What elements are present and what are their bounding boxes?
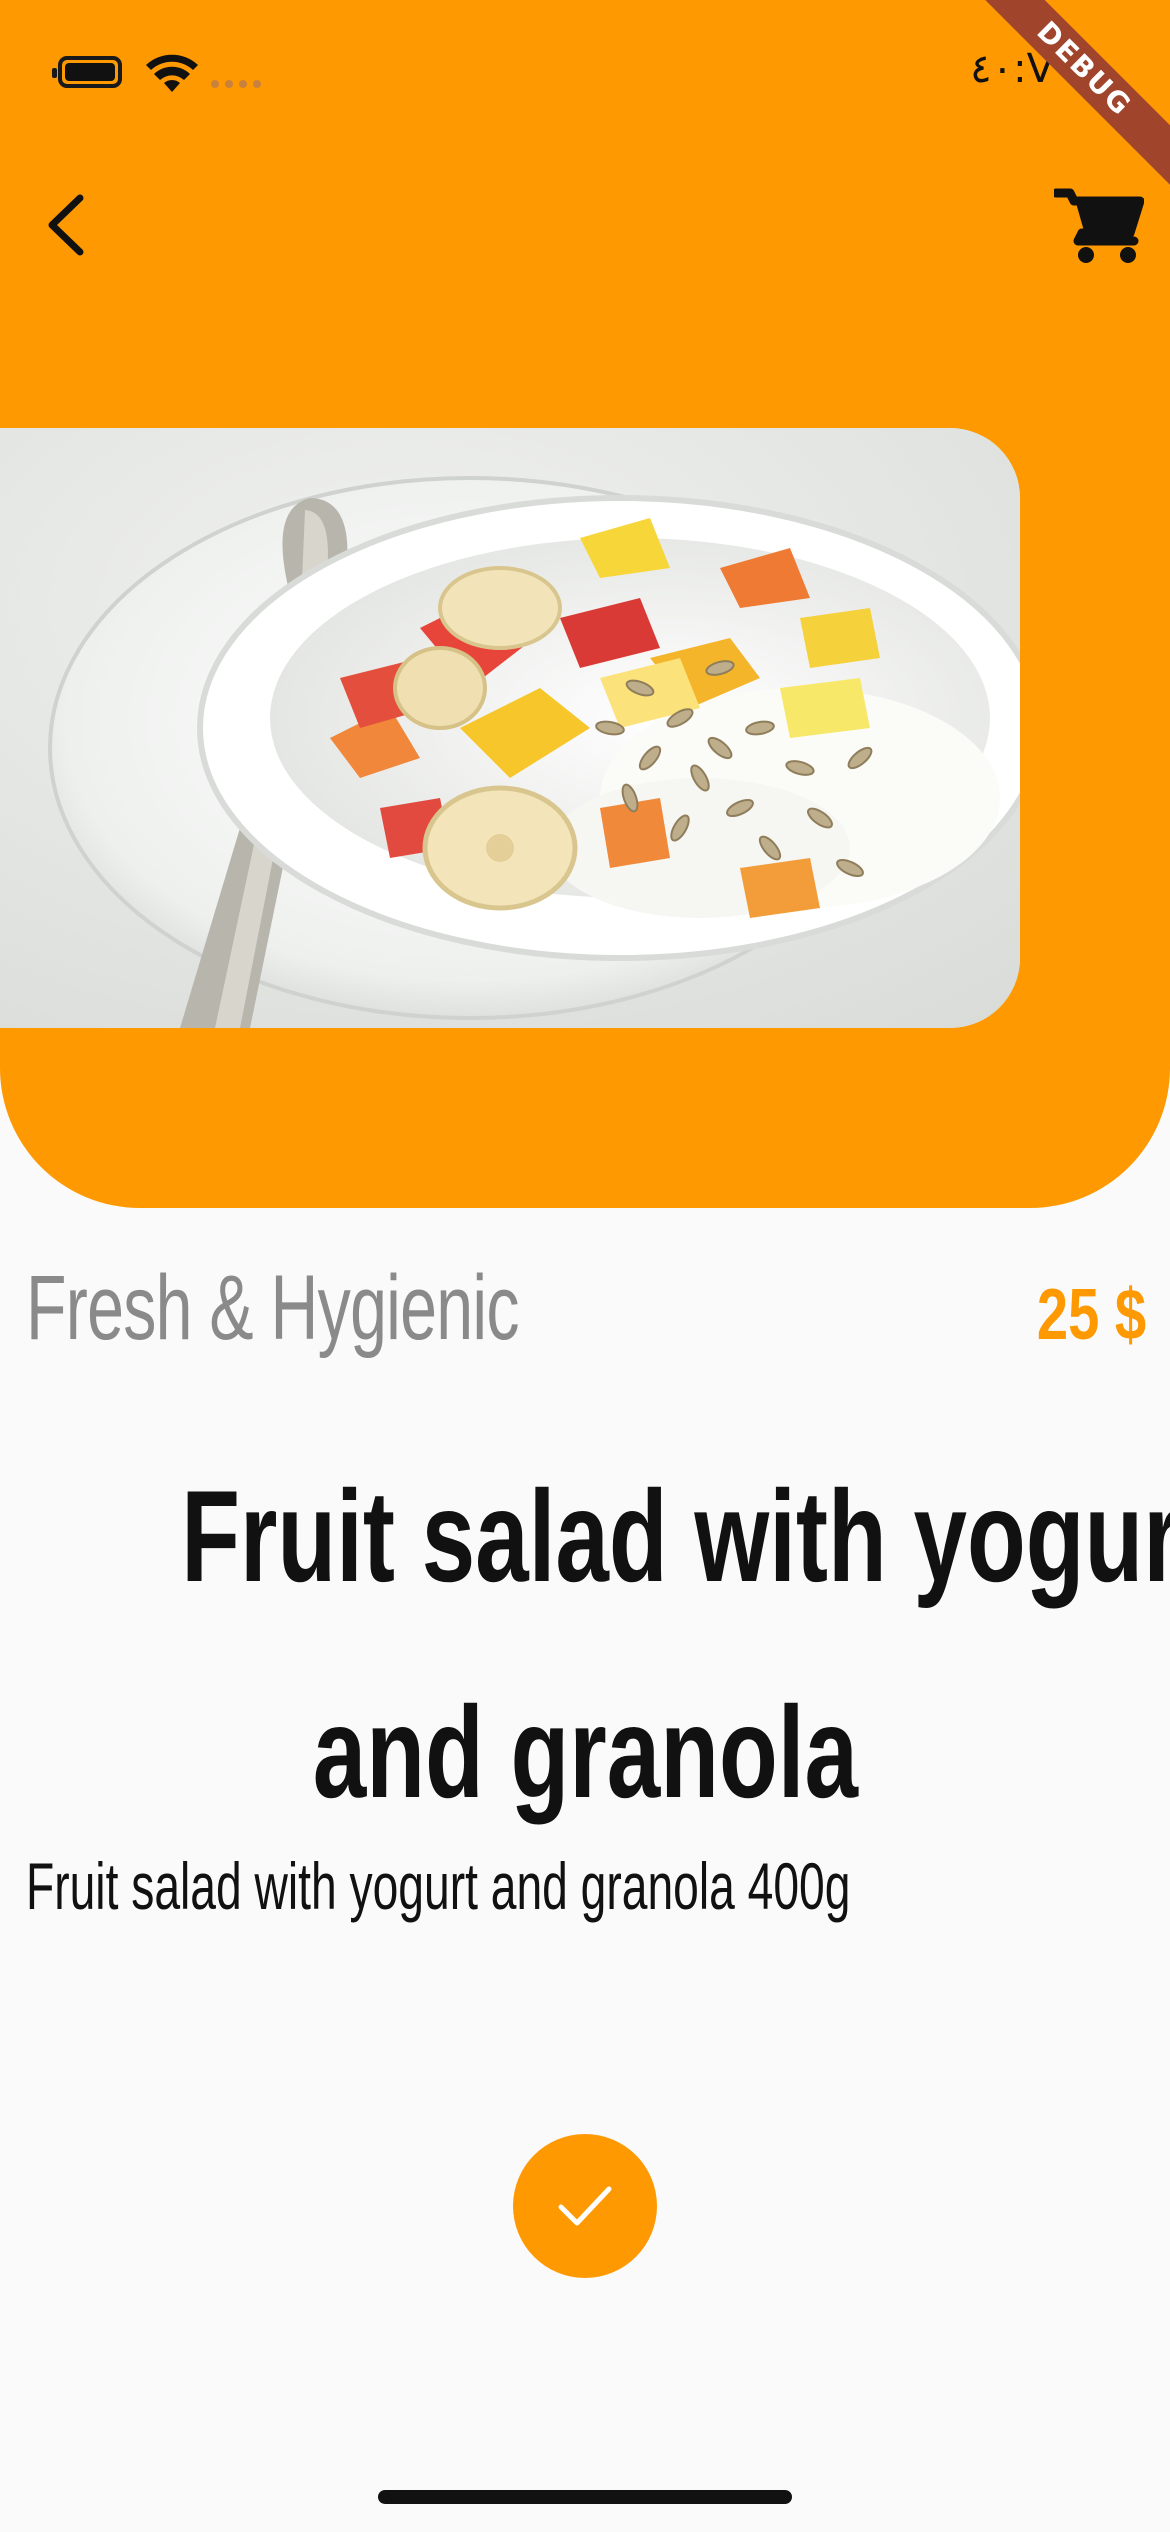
- debug-banner-label: DEBUG: [970, 0, 1170, 190]
- product-title: Fruit salad with yogurt and granola: [0, 1428, 1170, 1860]
- check-icon: [558, 2186, 612, 2226]
- product-price: 25 $: [1036, 1275, 1146, 1355]
- chevron-left-icon: [48, 194, 84, 256]
- product-image: [0, 428, 1020, 1028]
- cart-button[interactable]: [1044, 176, 1154, 276]
- signal-icon: [211, 80, 261, 88]
- wifi-icon: [146, 54, 198, 92]
- back-button[interactable]: [30, 180, 100, 270]
- debug-banner: DEBUG: [970, 0, 1170, 200]
- battery-icon: [52, 56, 122, 88]
- product-tagline: Fresh & Hygienic: [26, 1257, 520, 1359]
- confirm-button[interactable]: [513, 2134, 657, 2278]
- product-title-line-2: and granola: [312, 1679, 858, 1825]
- product-header: V:٤٠ DEBUG: [0, 0, 1170, 1208]
- cart-icon: [1054, 188, 1144, 263]
- product-title-line-1: Fruit salad with yogurt: [181, 1463, 1170, 1609]
- product-description: Fruit salad with yogurt and granola 400g: [26, 1849, 851, 1923]
- home-indicator[interactable]: [378, 2490, 792, 2504]
